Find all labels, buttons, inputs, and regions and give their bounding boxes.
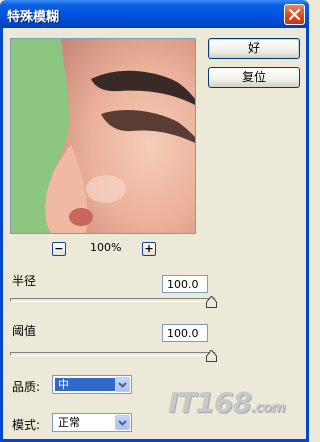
zoom-level: 100% xyxy=(90,241,122,254)
mode-select-value: 正常 xyxy=(58,416,80,429)
quality-dropdown-button[interactable] xyxy=(115,377,130,392)
threshold-label: 阈值 xyxy=(12,324,37,338)
title-bar: 特殊模糊 xyxy=(0,0,309,28)
close-icon xyxy=(288,8,301,21)
reset-button[interactable]: 复位 xyxy=(208,67,300,88)
zoom-in-button[interactable]: + xyxy=(142,242,156,256)
mode-select[interactable]: 正常 xyxy=(52,413,132,432)
preview-face-picture xyxy=(11,39,195,233)
chevron-down-icon xyxy=(118,382,127,388)
chevron-down-icon xyxy=(118,420,127,426)
quality-select-value: 中 xyxy=(55,378,119,391)
preview-image[interactable] xyxy=(10,38,196,234)
site-watermark: IT168.com xyxy=(168,386,286,419)
radius-input[interactable]: 100.0 xyxy=(162,275,208,293)
threshold-slider[interactable] xyxy=(10,352,216,356)
close-button[interactable] xyxy=(284,4,305,25)
watermark-text: IT168 xyxy=(168,386,252,419)
window-title: 特殊模糊 xyxy=(7,10,60,25)
threshold-input[interactable]: 100.0 xyxy=(162,324,208,342)
radius-slider[interactable] xyxy=(10,298,216,302)
radius-label: 半径 xyxy=(12,274,37,288)
threshold-slider-thumb[interactable] xyxy=(206,350,217,362)
watermark-suffix: .com xyxy=(250,400,286,416)
mode-label: 模式: xyxy=(12,418,41,432)
mode-dropdown-button[interactable] xyxy=(115,415,130,430)
quality-select[interactable]: 中 xyxy=(52,375,132,394)
zoom-out-button[interactable]: − xyxy=(52,242,66,256)
ok-button[interactable]: 好 xyxy=(208,38,300,59)
quality-label: 品质: xyxy=(12,380,41,394)
radius-slider-thumb[interactable] xyxy=(206,296,217,308)
